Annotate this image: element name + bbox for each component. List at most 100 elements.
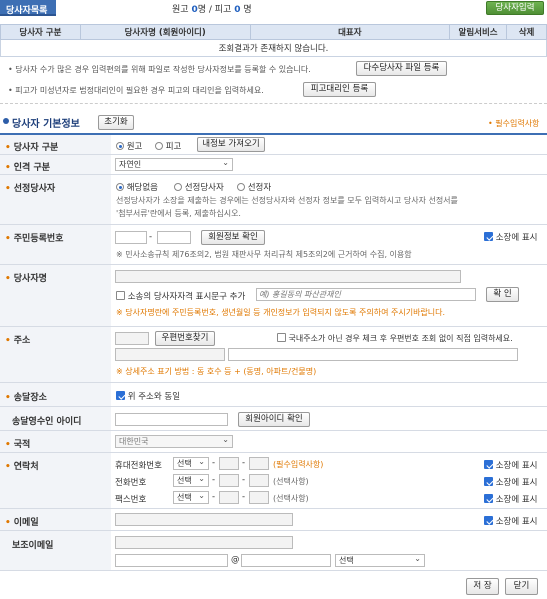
radio-appointer-icon[interactable]: [237, 183, 245, 191]
fax-prefix-select[interactable]: 선택: [173, 490, 209, 504]
fax-show-check[interactable]: 소장에 표시: [484, 493, 538, 505]
rrn-front-input[interactable]: [115, 231, 147, 244]
sub-email-row: @ 선택: [111, 531, 547, 571]
nationality-label: • 국적: [0, 431, 111, 453]
at-sign: @: [231, 555, 240, 565]
radio-plaintiff[interactable]: 원고: [116, 140, 142, 152]
radio-defendant-icon[interactable]: [155, 142, 163, 150]
mobile-middle-input[interactable]: [219, 457, 239, 470]
check-member-id-button[interactable]: 회원아이디 확인: [238, 412, 310, 427]
mobile-show-check[interactable]: 소장에 표시: [484, 459, 538, 471]
service-place-label: • 송달장소: [0, 383, 111, 407]
multi-party-file-button[interactable]: 다수당사자 파일 등록: [356, 61, 447, 76]
address-detail-input[interactable]: [228, 348, 518, 361]
receiver-id-input[interactable]: [115, 413, 228, 426]
top-bar: 당사자목록 원고 0명 / 피고 0 명 당사자입력: [0, 0, 547, 16]
save-button[interactable]: 저 장: [466, 578, 499, 595]
email-input[interactable]: [115, 513, 293, 526]
nationality-select[interactable]: 대한민국: [115, 434, 233, 448]
dash: -: [242, 492, 246, 502]
radio-not-applicable[interactable]: 해당없음: [116, 181, 158, 193]
phone-label: 전화번호: [115, 478, 147, 488]
qualifier-confirm-button[interactable]: 확 인: [486, 287, 519, 302]
reset-button[interactable]: 초기화: [98, 115, 134, 130]
party-name-row: 소송의 당사자자격 표시문구 추가 예) 홍길동의 파산관재인 확 인 ※ 당사…: [111, 265, 547, 327]
email-row: 소장에 표시: [111, 509, 547, 531]
radio-appointer[interactable]: 선정자: [237, 181, 271, 193]
mobile-label: 휴대전화번호: [115, 461, 162, 471]
rrn-dash: -: [149, 232, 153, 242]
nationality-row: 대한민국: [111, 431, 547, 453]
proxy-note: • 피고가 미성년자로 법정대리인이 필요한 경우 피고의 대리인을 입력하세요…: [8, 86, 264, 95]
phone-show-checkbox[interactable]: [484, 477, 493, 486]
same-address-checkbox[interactable]: [116, 391, 125, 400]
phone-prefix-select[interactable]: 선택: [173, 473, 209, 487]
party-name-label: • 당사자명: [0, 265, 111, 327]
rrn-back-input[interactable]: [157, 231, 191, 244]
fax-middle-input[interactable]: [219, 491, 239, 504]
sub-email-id-input[interactable]: [115, 554, 228, 567]
defendant-count: 0: [234, 5, 241, 15]
radio-appointed-party[interactable]: 선정당사자: [174, 181, 224, 193]
column-party-name: 당사자명 (회원아이디): [79, 24, 251, 40]
table-header-row: 당사자 구분 당사자명 (회원아이디) 대표자 알림서비스 삭제: [0, 24, 547, 40]
close-button[interactable]: 닫기: [505, 578, 538, 595]
mobile-required-note: (필수입력사항): [273, 460, 324, 469]
required-note: • 필수입력사항: [488, 119, 540, 128]
dash: -: [212, 458, 216, 468]
party-list-tab[interactable]: 당사자목록: [0, 0, 56, 16]
dash: -: [242, 475, 246, 485]
email-show-checkbox[interactable]: [484, 516, 493, 525]
mobile-prefix-select[interactable]: 선택: [173, 456, 209, 470]
postcode-search-button[interactable]: 우편번호찾기: [155, 331, 215, 346]
load-my-info-button[interactable]: 내정보 가져오기: [197, 137, 265, 152]
defendant-label: 피고: [214, 5, 232, 15]
person-type-select[interactable]: 자연인: [115, 157, 233, 171]
phone-show-check[interactable]: 소장에 표시: [484, 476, 538, 488]
radio-plaintiff-icon[interactable]: [116, 142, 124, 150]
fax-last-input[interactable]: [249, 491, 269, 504]
foreign-address-checkbox[interactable]: [277, 333, 286, 342]
same-address-check[interactable]: 위 주소와 동일: [116, 390, 180, 402]
section-bullet-icon: [3, 118, 9, 124]
phone-last-input[interactable]: [249, 474, 269, 487]
mobile-last-input[interactable]: [249, 457, 269, 470]
appointed-desc-2: '첨부서류'란에서 등록, 제출하십시오.: [116, 209, 241, 218]
mobile-show-checkbox[interactable]: [484, 460, 493, 469]
check-member-info-button[interactable]: 회원정보 확인: [201, 230, 265, 245]
radio-defendant[interactable]: 피고: [155, 140, 181, 152]
qualifier-input[interactable]: 예) 홍길동의 파산관재인: [256, 288, 476, 301]
party-type-row: 원고 피고 내정보 가져오기: [111, 135, 547, 155]
dash: -: [212, 492, 216, 502]
sub-email-domain-select[interactable]: 선택: [335, 553, 425, 567]
fax-show-checkbox[interactable]: [484, 494, 493, 503]
add-party-button[interactable]: 당사자입력: [486, 1, 544, 15]
party-name-input[interactable]: [115, 270, 461, 283]
foreign-address-check[interactable]: 국내주소가 아닌 경우 체크 후 우편번호 조회 없이 직접 입력하세요.: [277, 333, 513, 344]
defendant-proxy-button[interactable]: 피고대리인 등록: [303, 82, 376, 97]
person-type-row: 자연인: [111, 155, 547, 175]
email-show-check[interactable]: 소장에 표시: [484, 515, 538, 527]
radio-appointed-party-icon[interactable]: [174, 183, 182, 191]
sub-email-input[interactable]: [115, 536, 293, 549]
rrn-label: • 주민등록번호: [0, 225, 111, 265]
address-main-input[interactable]: [115, 348, 225, 361]
address-label: • 주소: [0, 327, 111, 383]
qualifier-checkbox[interactable]: [116, 291, 125, 300]
sub-email-domain-input[interactable]: [241, 554, 331, 567]
phone-middle-input[interactable]: [219, 474, 239, 487]
appointed-desc-1: 선정당사자가 소장을 제출하는 경우에는 선정당사자와 선정자 정보를 모두 입…: [116, 196, 458, 205]
rrn-show-check[interactable]: 소장에 표시: [484, 231, 538, 243]
rrn-show-checkbox[interactable]: [484, 232, 493, 241]
fax-optional-note: (선택사항): [273, 494, 309, 503]
party-counts: 원고 0명 / 피고 0 명: [172, 2, 252, 15]
section-title: 당사자 기본정보: [12, 119, 80, 130]
qualifier-check[interactable]: 소송의 당사자자격 표시문구 추가: [116, 290, 245, 302]
divider: [0, 103, 547, 104]
postcode-input[interactable]: [115, 332, 149, 345]
plaintiff-label: 원고: [172, 5, 189, 15]
column-party-type: 당사자 구분: [0, 24, 81, 40]
plaintiff-unit: 명 /: [197, 5, 215, 15]
party-type-label: • 당사자 구분: [0, 135, 111, 155]
radio-not-applicable-icon[interactable]: [116, 183, 124, 191]
